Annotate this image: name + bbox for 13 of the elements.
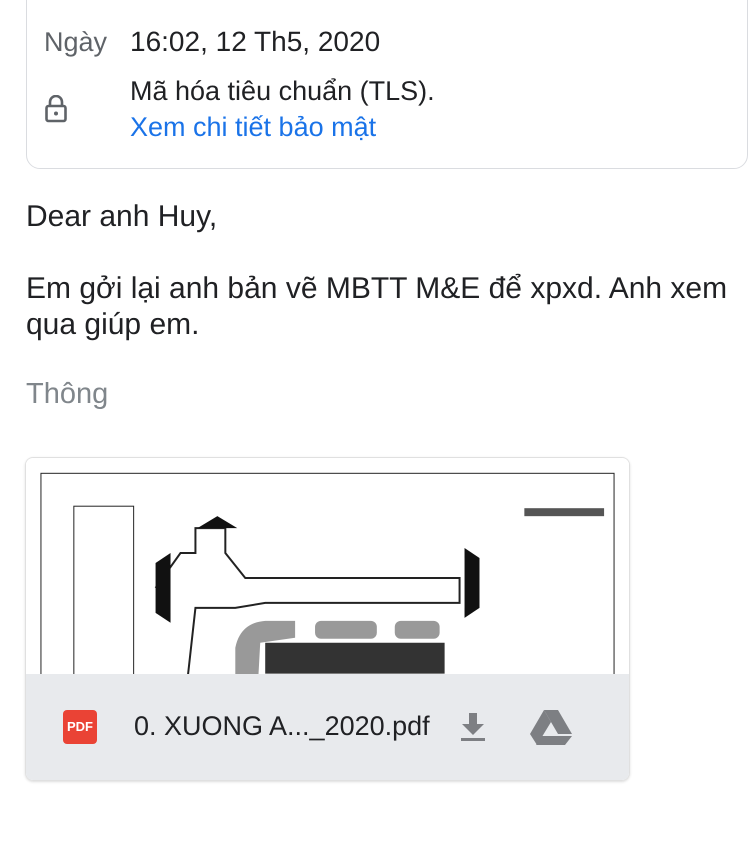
security-details-link[interactable]: Xem chi tiết bảo mật bbox=[130, 109, 435, 145]
message-paragraph: Dear anh Huy, bbox=[26, 199, 218, 235]
lock-icon bbox=[45, 95, 67, 123]
drive-icon[interactable] bbox=[530, 708, 572, 744]
file-name: 0. XUONG A..._2020.pdf bbox=[134, 710, 430, 744]
show-more-toggle[interactable]: Thông bbox=[26, 373, 108, 416]
date-value: 16:02, 12 Th5, 2020 bbox=[130, 25, 380, 59]
download-icon[interactable] bbox=[460, 712, 486, 742]
message-paragraph: Em gởi lại anh bản vẽ MBTT M&E để xpxd. Anh xem qua giúp em. bbox=[26, 271, 728, 343]
pdf-file-icon: PDF bbox=[63, 710, 97, 744]
date-label: Ngày bbox=[44, 26, 108, 59]
attachment-card[interactable]: PDF 0. XUONG A..._2020.pdf bbox=[25, 456, 630, 780]
encryption-text: Mã hóa tiêu chuẩn (TLS). bbox=[130, 75, 435, 108]
